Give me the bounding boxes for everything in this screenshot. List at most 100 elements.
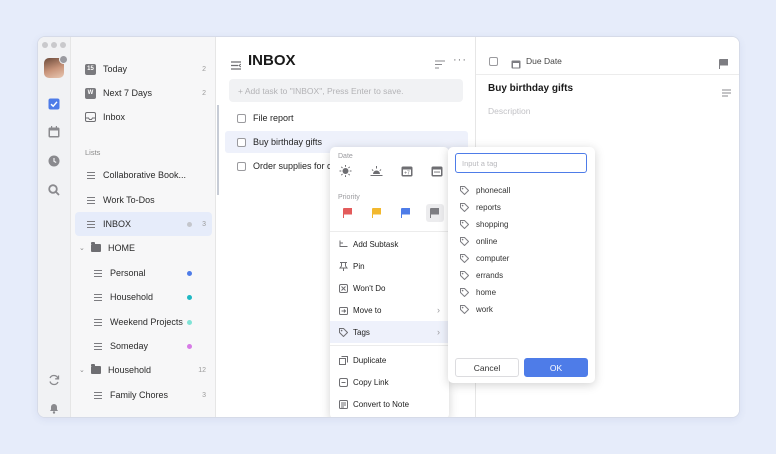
task-title: File report bbox=[253, 113, 294, 123]
copy-link-icon bbox=[339, 377, 348, 387]
sidebar-item-collaborative-book[interactable]: Collaborative Book... bbox=[75, 163, 212, 187]
close-window-button[interactable] bbox=[42, 42, 48, 48]
tag-option[interactable]: shopping bbox=[460, 217, 508, 231]
sidebar-item-next-7-days[interactable]: W Next 7 Days 2 bbox=[75, 81, 212, 105]
sidebar-item-household[interactable]: Household bbox=[75, 285, 212, 309]
sidebar-item-inbox-list[interactable]: INBOX 3 bbox=[75, 212, 212, 236]
list-color-dot bbox=[187, 270, 192, 276]
priority-flag-icon[interactable] bbox=[719, 56, 728, 74]
chevron-down-icon[interactable]: ⌄ bbox=[79, 244, 87, 252]
folder-icon bbox=[90, 242, 101, 254]
next-week-calendar-icon[interactable]: +7 bbox=[401, 165, 413, 177]
sidebar-item-label: Collaborative Book... bbox=[103, 170, 187, 180]
sidebar-folder-home[interactable]: ⌄ HOME bbox=[75, 236, 212, 260]
menu-divider bbox=[330, 345, 449, 346]
sync-icon[interactable] bbox=[47, 373, 61, 387]
bell-icon[interactable] bbox=[47, 401, 61, 415]
menu-item-pin[interactable]: Pin bbox=[330, 255, 449, 277]
tag-option[interactable]: phonecall bbox=[460, 183, 510, 197]
tasks-checkbox-icon[interactable] bbox=[47, 97, 61, 111]
menu-item-label: Copy Link bbox=[353, 377, 389, 387]
tag-label: home bbox=[476, 287, 497, 297]
maximize-window-button[interactable] bbox=[60, 42, 66, 48]
no-priority-flag-icon[interactable] bbox=[425, 204, 444, 222]
tag-option[interactable]: errands bbox=[460, 268, 503, 282]
task-checkbox[interactable] bbox=[237, 113, 246, 123]
chevron-down-icon[interactable]: ⌄ bbox=[79, 366, 87, 374]
list-icon bbox=[92, 341, 103, 352]
tag-icon bbox=[460, 185, 469, 195]
menu-item-tags[interactable]: Tags › bbox=[330, 321, 449, 343]
sidebar-item-label: Next 7 Days bbox=[103, 88, 153, 98]
medium-priority-flag-icon[interactable] bbox=[367, 204, 385, 222]
tag-option[interactable]: online bbox=[460, 234, 497, 248]
sidebar-item-weekend-projects[interactable]: Weekend Projects bbox=[75, 310, 212, 334]
tag-label: online bbox=[476, 236, 498, 246]
due-date-button[interactable]: Due Date bbox=[526, 56, 562, 66]
menu-item-move-to[interactable]: Move to › bbox=[330, 299, 449, 321]
high-priority-flag-icon[interactable] bbox=[338, 204, 356, 222]
low-priority-flag-icon[interactable] bbox=[397, 204, 415, 222]
sidebar-item-personal[interactable]: Personal bbox=[75, 261, 212, 285]
sidebar-item-someday[interactable]: Someday bbox=[75, 334, 212, 358]
menu-item-copy-link[interactable]: Copy Link bbox=[330, 371, 449, 393]
sidebar-item-today[interactable]: 15 Today 2 bbox=[75, 57, 212, 81]
menu-item-label: Add Subtask bbox=[353, 239, 399, 249]
move-to-icon bbox=[339, 306, 348, 315]
menu-item-label: Tags bbox=[353, 327, 370, 337]
sidebar-item-label: Personal bbox=[110, 268, 146, 278]
tag-option[interactable]: computer bbox=[460, 251, 509, 265]
detail-task-title[interactable]: Buy birthday gifts bbox=[488, 83, 573, 94]
ok-button[interactable]: OK bbox=[524, 358, 588, 377]
add-task-input[interactable]: + Add task to "INBOX", Press Enter to sa… bbox=[229, 79, 463, 102]
more-options-icon[interactable]: ··· bbox=[453, 54, 467, 66]
item-count: 12 bbox=[198, 366, 206, 374]
custom-date-calendar-icon[interactable] bbox=[431, 165, 443, 177]
detail-toolbar: Due Date bbox=[476, 37, 739, 75]
clock-icon[interactable] bbox=[47, 154, 61, 168]
folder-label: HOME bbox=[108, 243, 135, 253]
wont-do-icon bbox=[339, 283, 348, 293]
sidebar-folder-household[interactable]: ⌄ Household 12 bbox=[75, 358, 212, 382]
sidebar-item-work-to-dos[interactable]: Work To-Dos bbox=[75, 188, 212, 212]
menu-item-add-subtask[interactable]: Add Subtask bbox=[330, 233, 449, 255]
calendar-icon[interactable] bbox=[47, 125, 61, 139]
sort-icon[interactable] bbox=[435, 56, 445, 74]
pro-badge-icon bbox=[59, 55, 68, 64]
description-format-icon[interactable] bbox=[722, 84, 731, 102]
description-field[interactable]: Description bbox=[488, 106, 531, 116]
duplicate-icon bbox=[339, 355, 348, 365]
tag-option[interactable]: work bbox=[460, 302, 493, 316]
task-row[interactable]: File report bbox=[225, 107, 468, 129]
task-checkbox[interactable] bbox=[237, 137, 246, 147]
item-count: 3 bbox=[202, 220, 206, 228]
avatar[interactable] bbox=[44, 55, 68, 78]
today-sun-icon[interactable] bbox=[339, 165, 352, 177]
task-checkbox[interactable] bbox=[237, 161, 246, 171]
resize-handle[interactable] bbox=[217, 105, 219, 195]
task-title: Order supplies for ca bbox=[253, 161, 337, 171]
sidebar-item-family-chores[interactable]: Family Chores 3 bbox=[75, 383, 212, 407]
chevron-right-icon: › bbox=[437, 327, 440, 337]
tag-search-input[interactable] bbox=[455, 153, 587, 173]
lists-section-title: Lists bbox=[85, 148, 101, 157]
today-calendar-icon: 15 bbox=[85, 63, 96, 75]
priority-picker bbox=[338, 204, 444, 222]
due-date-calendar-icon[interactable] bbox=[511, 56, 521, 74]
search-icon[interactable] bbox=[47, 183, 61, 197]
detail-checkbox[interactable] bbox=[489, 57, 498, 66]
menu-item-duplicate[interactable]: Duplicate bbox=[330, 349, 449, 371]
tomorrow-sunrise-icon[interactable] bbox=[370, 165, 383, 177]
sidebar-item-inbox[interactable]: Inbox bbox=[75, 105, 212, 129]
tag-option[interactable]: home bbox=[460, 285, 496, 299]
tag-icon bbox=[460, 253, 469, 263]
tag-option[interactable]: reports bbox=[460, 200, 501, 214]
cancel-button[interactable]: Cancel bbox=[455, 358, 519, 377]
menu-toggle-icon[interactable] bbox=[231, 57, 242, 75]
menu-item-wont-do[interactable]: Won't Do bbox=[330, 277, 449, 299]
minimize-window-button[interactable] bbox=[51, 42, 57, 48]
sidebar-item-label: Household bbox=[110, 292, 154, 302]
sidebar-item-label: Today bbox=[103, 64, 128, 74]
svg-text:+7: +7 bbox=[404, 171, 410, 177]
menu-item-convert-to-note[interactable]: Convert to Note bbox=[330, 393, 449, 415]
